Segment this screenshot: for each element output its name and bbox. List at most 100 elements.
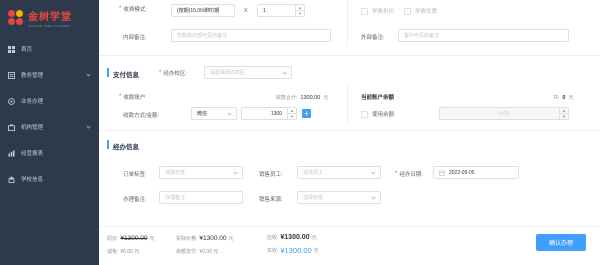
required-mark: *: [119, 6, 122, 12]
decrease-icon[interactable]: ▼: [288, 114, 296, 119]
order-tag-label: 订单标签:: [123, 172, 147, 178]
confirm-button[interactable]: 确认办理: [536, 234, 586, 251]
order-tag-select[interactable]: 选择标签: [159, 166, 243, 179]
chevron-down-icon: [86, 72, 91, 77]
account-row: * 收款账户: [119, 93, 145, 101]
reduce: 减免: ¥0.00 元: [107, 249, 140, 255]
sidebar-item-home[interactable]: 首页: [0, 36, 99, 62]
section-divider: [99, 130, 600, 131]
logo[interactable]: 金树学堂 GOLDEN TREE ACADEMY: [0, 0, 99, 36]
external-note-input[interactable]: 客户可见的备注: [398, 29, 569, 42]
total-label: 收款合计:: [276, 95, 298, 101]
logo-subtitle: GOLDEN TREE ACADEMY: [28, 24, 71, 28]
balance-title: 当前账户余额: [361, 95, 395, 101]
section-accent: [107, 68, 109, 77]
coupon-checkbox[interactable]: [404, 7, 412, 15]
sidebar-item-label: 学校信息: [21, 177, 44, 183]
handle-note-label: 办理备注:: [123, 197, 147, 203]
source-label: 销售来源:: [259, 197, 283, 203]
total-value: 1300.00: [300, 94, 321, 101]
use-balance-row: 使用余额:: [361, 110, 396, 118]
fee-mode-select[interactable]: (按期)15.00课时/期: [171, 4, 235, 17]
original-price-value: ¥1300.00: [120, 235, 148, 242]
sales-select[interactable]: 选择员工: [297, 166, 381, 179]
section-accent: [107, 140, 109, 149]
coupon-label: 学费优惠: [415, 9, 438, 15]
dashboard-icon: [8, 45, 15, 53]
logo-mark-icon: [8, 10, 24, 26]
paid-value: ¥1300.00: [280, 246, 312, 255]
sidebar-item-organization[interactable]: 机构管理: [0, 114, 99, 140]
amount-input[interactable]: 1300 ▲ ▼: [241, 107, 297, 120]
discount-checkbox[interactable]: [361, 7, 368, 15]
sidebar-item-school[interactable]: 学校信息: [0, 166, 99, 192]
decrease-icon: ▼: [562, 114, 566, 119]
date-row: * 经办日期:: [395, 170, 423, 178]
balance-pay-value: ¥0.00 元: [199, 249, 219, 255]
external-note-label: 外部备注:: [361, 35, 385, 41]
balance-total-value: 0: [562, 94, 566, 101]
internal-note-label: 内部备注:: [123, 35, 147, 41]
actual-price-value: ¥1300.00: [199, 235, 227, 242]
use-balance-checkbox[interactable]: [361, 110, 368, 118]
organization-icon: [8, 123, 15, 131]
sidebar-item-label: 经营报表: [21, 151, 44, 157]
sidebar-item-label: 教务管理: [21, 73, 44, 79]
method-label: 收款方式/金额:: [123, 113, 160, 119]
balance-pay: 余额支付: ¥0.00 元: [176, 249, 219, 255]
discount-options: 学费折扣 学费优惠: [361, 7, 447, 15]
handle-section-title: 经办信息: [113, 144, 139, 151]
internal-note-input[interactable]: 仅机构内部可见的备注: [171, 29, 331, 42]
use-balance-input[interactable]: 0.00 ▲ ▼: [439, 107, 569, 120]
chevron-down-icon: [227, 110, 232, 116]
sidebar-item-label: 机构管理: [21, 125, 44, 131]
decrease-icon[interactable]: ▼: [296, 11, 304, 16]
sidebar-item-business[interactable]: 业务办理: [0, 88, 99, 114]
balance-total-label: 共:: [553, 95, 560, 101]
receivable-value: ¥1300.00: [280, 234, 310, 241]
report-icon: [8, 149, 15, 157]
reduce-value: ¥0.00 元: [120, 249, 140, 255]
sidebar-nav: 首页 教务管理 业务办理 机构管理 经营报表 学校信息: [0, 36, 99, 192]
chevron-down-icon: [371, 169, 376, 175]
add-payment-button[interactable]: +: [302, 109, 311, 118]
method-select[interactable]: 微信: [191, 107, 237, 120]
discount-label: 学费折扣: [372, 9, 395, 15]
fee-mode-label: 收费模式:: [123, 7, 147, 13]
sidebar-item-report[interactable]: 经营报表: [0, 140, 99, 166]
sidebar-item-label: 业务办理: [21, 99, 44, 105]
total-unit: 元: [323, 95, 329, 101]
account-label: 收款账户: [123, 95, 146, 101]
times-sign: X: [244, 8, 248, 14]
fee-mode-row: * 收费模式:: [119, 5, 147, 13]
balance-total-unit: 元: [568, 95, 574, 101]
sales-label: 销售员工:: [259, 172, 283, 178]
source-select[interactable]: 选择标签: [297, 191, 381, 204]
column-divider: [347, 85, 348, 123]
campus-label: 经办校区:: [163, 71, 187, 77]
chevron-down-icon: [233, 169, 238, 175]
handle-note-input[interactable]: 办理备注: [159, 191, 243, 204]
calendar-icon: [439, 170, 445, 176]
business-icon: [8, 97, 15, 105]
footer-divider: [99, 226, 600, 227]
original-price: 原价: ¥1300.00 元: [107, 235, 155, 242]
chevron-down-icon: [282, 69, 287, 75]
required-mark: *: [159, 70, 162, 76]
school-icon: [8, 175, 15, 183]
logo-title: 金树学堂: [28, 12, 72, 23]
balance-total-row: 共: 0 元: [553, 94, 574, 102]
total-row: 收款合计: 1300.00 元: [276, 94, 329, 102]
sidebar-item-education[interactable]: 教务管理: [0, 62, 99, 88]
sidebar: 金树学堂 GOLDEN TREE ACADEMY 首页 教务管理 业务办理 机构…: [0, 0, 99, 265]
sidebar-item-label: 首页: [21, 47, 33, 53]
paid: 实收: ¥1300.00 元: [267, 246, 319, 255]
campus-select[interactable]: 请选择经办校区: [204, 66, 292, 79]
date-input[interactable]: 2022-05-05: [433, 166, 519, 179]
quantity-stepper[interactable]: 1 ▲ ▼: [257, 4, 305, 17]
campus-row: * 经办校区:: [159, 69, 187, 77]
main-content: * 收费模式: (按期)15.00课时/期 X 1 ▲ ▼ 学费折扣 学费优惠 内…: [99, 0, 600, 265]
receivable: 应收: ¥1300.00 元: [267, 234, 317, 241]
use-balance-label: 使用余额:: [372, 112, 396, 118]
chevron-down-icon: [86, 124, 91, 129]
